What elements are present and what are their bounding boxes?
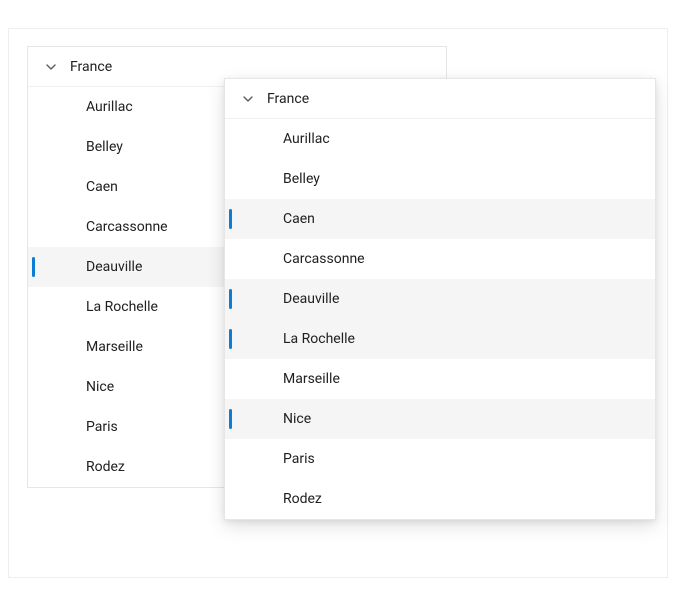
tree-item[interactable]: La Rochelle — [225, 319, 655, 359]
tree-header-label: France — [267, 91, 309, 107]
tree-item[interactable]: Belley — [225, 159, 655, 199]
tree-item[interactable]: Paris — [225, 439, 655, 479]
tree-item-label: Paris — [86, 419, 118, 435]
chevron-down-icon — [239, 93, 257, 105]
chevron-down-icon — [42, 61, 60, 73]
tree-items: Aurillac Belley Caen Carcassonne Deauville La… — [225, 119, 655, 519]
tree-item-label: Marseille — [283, 371, 340, 387]
frame: France Aurillac Belley Caen Carcassonne Deau… — [0, 0, 678, 606]
tree-item[interactable]: Deauville — [225, 279, 655, 319]
tree-item-label: Aurillac — [283, 131, 330, 147]
tree-item-label: La Rochelle — [283, 331, 355, 347]
tree-header-label: France — [70, 59, 112, 75]
treeview-multi-select[interactable]: France Aurillac Belley Caen Carcassonne Deau… — [224, 78, 656, 520]
tree-header[interactable]: France — [225, 79, 655, 119]
tree-item-label: Nice — [86, 379, 114, 395]
tree-item-label: Rodez — [283, 491, 322, 507]
tree-item-label: Deauville — [86, 259, 142, 275]
tree-item-label: Deauville — [283, 291, 339, 307]
tree-item-label: Rodez — [86, 459, 125, 475]
tree-item[interactable]: Nice — [225, 399, 655, 439]
tree-item-label: Carcassonne — [86, 219, 168, 235]
tree-item-label: Paris — [283, 451, 315, 467]
tree-item[interactable]: Rodez — [225, 479, 655, 519]
tree-item-label: Belley — [283, 171, 320, 187]
tree-item[interactable]: Marseille — [225, 359, 655, 399]
tree-item[interactable]: Caen — [225, 199, 655, 239]
tree-item-label: Carcassonne — [283, 251, 365, 267]
tree-item-label: Caen — [86, 179, 118, 195]
tree-item-label: Belley — [86, 139, 123, 155]
tree-item[interactable]: Carcassonne — [225, 239, 655, 279]
tree-item-label: Marseille — [86, 339, 143, 355]
tree-item[interactable]: Aurillac — [225, 119, 655, 159]
tree-item-label: Aurillac — [86, 99, 133, 115]
tree-item-label: Nice — [283, 411, 311, 427]
tree-item-label: La Rochelle — [86, 299, 158, 315]
tree-item-label: Caen — [283, 211, 315, 227]
